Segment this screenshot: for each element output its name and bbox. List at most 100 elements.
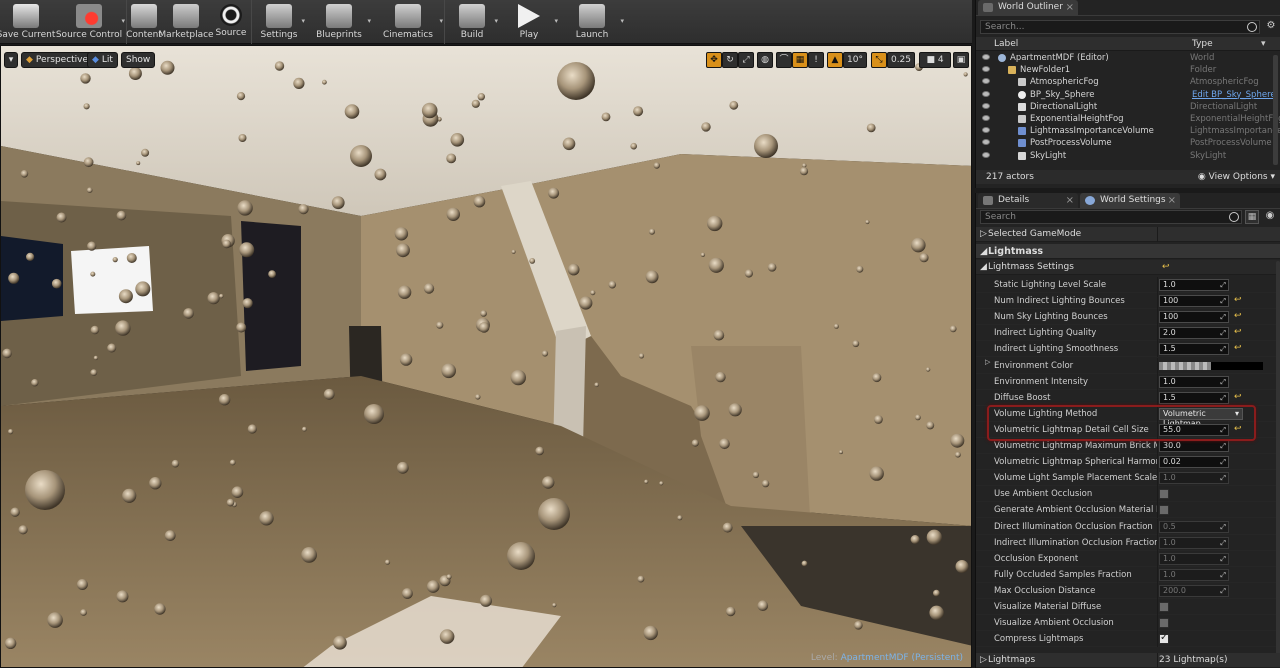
- grid-snap-icon[interactable]: ▦: [792, 52, 808, 68]
- chevron-down-icon[interactable]: ▾: [620, 17, 624, 25]
- rotation-snap-value[interactable]: 10°: [843, 52, 867, 68]
- outliner-scrollbar[interactable]: [1273, 55, 1278, 165]
- eye-icon[interactable]: [982, 90, 990, 97]
- content-button[interactable]: Content: [126, 0, 162, 44]
- scale-icon[interactable]: ⤢: [738, 52, 754, 68]
- settings-button[interactable]: Settings ▾: [252, 0, 306, 44]
- outliner-row[interactable]: PostProcessVolume PostProcessVolume: [976, 137, 1274, 149]
- lightmass-settings-group[interactable]: ◢ Lightmass Settings ↩: [976, 260, 1280, 275]
- reset-arrow-icon[interactable]: ↩: [1234, 392, 1242, 402]
- lightmass-category[interactable]: ◢ Lightmass: [976, 244, 1280, 259]
- reset-arrow-icon[interactable]: ↩: [1234, 343, 1242, 353]
- property-number-field[interactable]: 1.0 ⤢: [1159, 472, 1229, 485]
- close-icon[interactable]: ×: [1168, 193, 1176, 208]
- type-options-icon[interactable]: ▾: [1261, 37, 1266, 51]
- property-number-field[interactable]: 1.0 ⤢: [1159, 568, 1229, 581]
- eye-icon[interactable]: [982, 139, 990, 146]
- camera-speed-button[interactable]: ■ 4: [919, 52, 951, 68]
- chevron-right-icon[interactable]: ▷: [985, 358, 990, 366]
- outliner-row[interactable]: AtmosphericFog AtmosphericFog: [976, 76, 1274, 88]
- property-checkbox[interactable]: [1159, 618, 1169, 629]
- viewport-options-button[interactable]: ▾: [4, 52, 18, 68]
- eye-icon[interactable]: [982, 115, 990, 121]
- label-column-header[interactable]: Label: [994, 37, 1018, 51]
- source-button[interactable]: Source: [211, 0, 251, 44]
- chevron-down-icon[interactable]: ▾: [439, 17, 443, 25]
- outliner-row[interactable]: DirectionalLight DirectionalLight: [976, 101, 1274, 113]
- outliner-row[interactable]: SkyLight SkyLight: [976, 150, 1274, 162]
- cinematics-button[interactable]: Cinematics ▾: [372, 0, 444, 44]
- translate-icon[interactable]: ✥: [706, 52, 722, 68]
- property-number-field[interactable]: 100 ⤢: [1159, 311, 1229, 324]
- tab-world-settings[interactable]: World Settings ×: [1080, 193, 1180, 208]
- outliner-row[interactable]: ApartmentMDF (Editor) World: [976, 52, 1274, 64]
- world-space-icon[interactable]: ◍: [757, 52, 773, 68]
- property-number-field[interactable]: 1.5 ⤢: [1159, 343, 1229, 356]
- edit-blueprint-link[interactable]: Edit BP_Sky_Sphere: [1192, 89, 1276, 101]
- lit-button[interactable]: ◆ Lit: [87, 52, 118, 68]
- eye-icon[interactable]: [982, 78, 990, 85]
- outliner-row[interactable]: BP_Sky_Sphere Edit BP_Sky_Sphere: [976, 89, 1276, 101]
- property-checkbox[interactable]: [1159, 505, 1169, 516]
- property-number-field[interactable]: 1.0 ⤢: [1159, 552, 1229, 565]
- grid-size-icon[interactable]: !: [808, 52, 824, 68]
- reset-arrow-icon[interactable]: ↩: [1234, 295, 1242, 305]
- property-number-field[interactable]: 2.0 ⤢: [1159, 327, 1229, 340]
- property-number-field[interactable]: 30.0 ⤢: [1159, 440, 1229, 452]
- outliner-row[interactable]: LightmassImportanceVolume LightmassImport…: [976, 125, 1280, 137]
- property-number-field[interactable]: 200.0 ⤢: [1159, 584, 1229, 597]
- show-button[interactable]: Show: [121, 52, 156, 68]
- property-number-field[interactable]: 1.0 ⤢: [1159, 536, 1229, 549]
- eye-icon[interactable]: [982, 151, 990, 158]
- chevron-down-icon[interactable]: ▾: [367, 17, 371, 25]
- type-column-header[interactable]: Type: [1192, 37, 1213, 51]
- property-number-field[interactable]: 0.5 ⤢: [1159, 520, 1229, 533]
- view-options-button[interactable]: ◉ View Options ▾: [1198, 170, 1275, 184]
- eye-icon[interactable]: [982, 102, 990, 109]
- rotate-icon[interactable]: ↻: [722, 52, 738, 68]
- perspective-button[interactable]: ◆ Perspective: [21, 52, 94, 68]
- reset-arrow-icon[interactable]: ↩: [1234, 311, 1242, 321]
- reset-arrow-icon[interactable]: ↩: [1162, 260, 1170, 275]
- details-scrollbar[interactable]: [1276, 261, 1280, 661]
- viewport-scene[interactable]: [1, 46, 972, 668]
- tab-details[interactable]: Details ×: [978, 193, 1078, 208]
- property-number-field[interactable]: 1.5 ⤢: [1159, 391, 1229, 404]
- blueprints-button[interactable]: Blueprints ▾: [306, 0, 372, 44]
- eye-icon[interactable]: [982, 66, 990, 73]
- level-viewport[interactable]: ▾ ◆ Perspective ◆ Lit Show ✥ ↻ ⤢ ◍ ⌒ ▦ !…: [0, 45, 972, 668]
- scale-snap-value[interactable]: 0.25: [887, 52, 915, 68]
- property-number-field[interactable]: 100 ⤢: [1159, 295, 1229, 308]
- environment-color-swatch[interactable]: [1159, 361, 1263, 370]
- lightmaps-category[interactable]: ▷ Lightmaps 23 Lightmap(s): [976, 653, 1280, 668]
- eye-icon[interactable]: [982, 127, 990, 134]
- chevron-down-icon[interactable]: ▾: [494, 17, 498, 25]
- close-icon[interactable]: ×: [1066, 0, 1074, 15]
- details-search-input[interactable]: Search: [980, 210, 1242, 224]
- property-matrix-icon[interactable]: ▦: [1245, 210, 1259, 224]
- maximize-viewport-icon[interactable]: ▣: [953, 52, 969, 68]
- save-current-button[interactable]: Save Current: [0, 0, 55, 44]
- chevron-down-icon[interactable]: ▾: [121, 17, 125, 25]
- source-control-button[interactable]: Source Control ▾: [52, 0, 126, 44]
- eye-icon[interactable]: ◉: [1262, 210, 1278, 224]
- surface-snap-icon[interactable]: ⌒: [776, 52, 792, 68]
- property-checkbox[interactable]: [1159, 632, 1169, 645]
- play-button[interactable]: Play ▾: [499, 0, 559, 44]
- property-number-field[interactable]: 1.0 ⤢: [1159, 279, 1229, 291]
- chevron-down-icon[interactable]: ▾: [301, 17, 305, 25]
- launch-button[interactable]: Launch ▾: [559, 0, 625, 44]
- eye-icon[interactable]: [982, 54, 990, 60]
- tab-world-outliner[interactable]: World Outliner ×: [978, 0, 1078, 15]
- close-icon[interactable]: ×: [1066, 193, 1074, 208]
- chevron-down-icon[interactable]: ▾: [554, 17, 558, 25]
- property-number-field[interactable]: 1.0 ⤢: [1159, 375, 1229, 388]
- reset-arrow-icon[interactable]: ↩: [1234, 327, 1242, 337]
- property-checkbox[interactable]: [1159, 489, 1169, 500]
- build-button[interactable]: Build ▾: [445, 0, 499, 44]
- rotation-snap-icon[interactable]: ▲: [827, 52, 843, 68]
- outliner-search-input[interactable]: Search...: [980, 20, 1260, 34]
- outliner-row[interactable]: NewFolder1 Folder: [976, 64, 1274, 76]
- marketplace-button[interactable]: Marketplace: [158, 0, 214, 44]
- outliner-row[interactable]: ExponentialHeightFog ExponentialHeightFog: [976, 113, 1280, 125]
